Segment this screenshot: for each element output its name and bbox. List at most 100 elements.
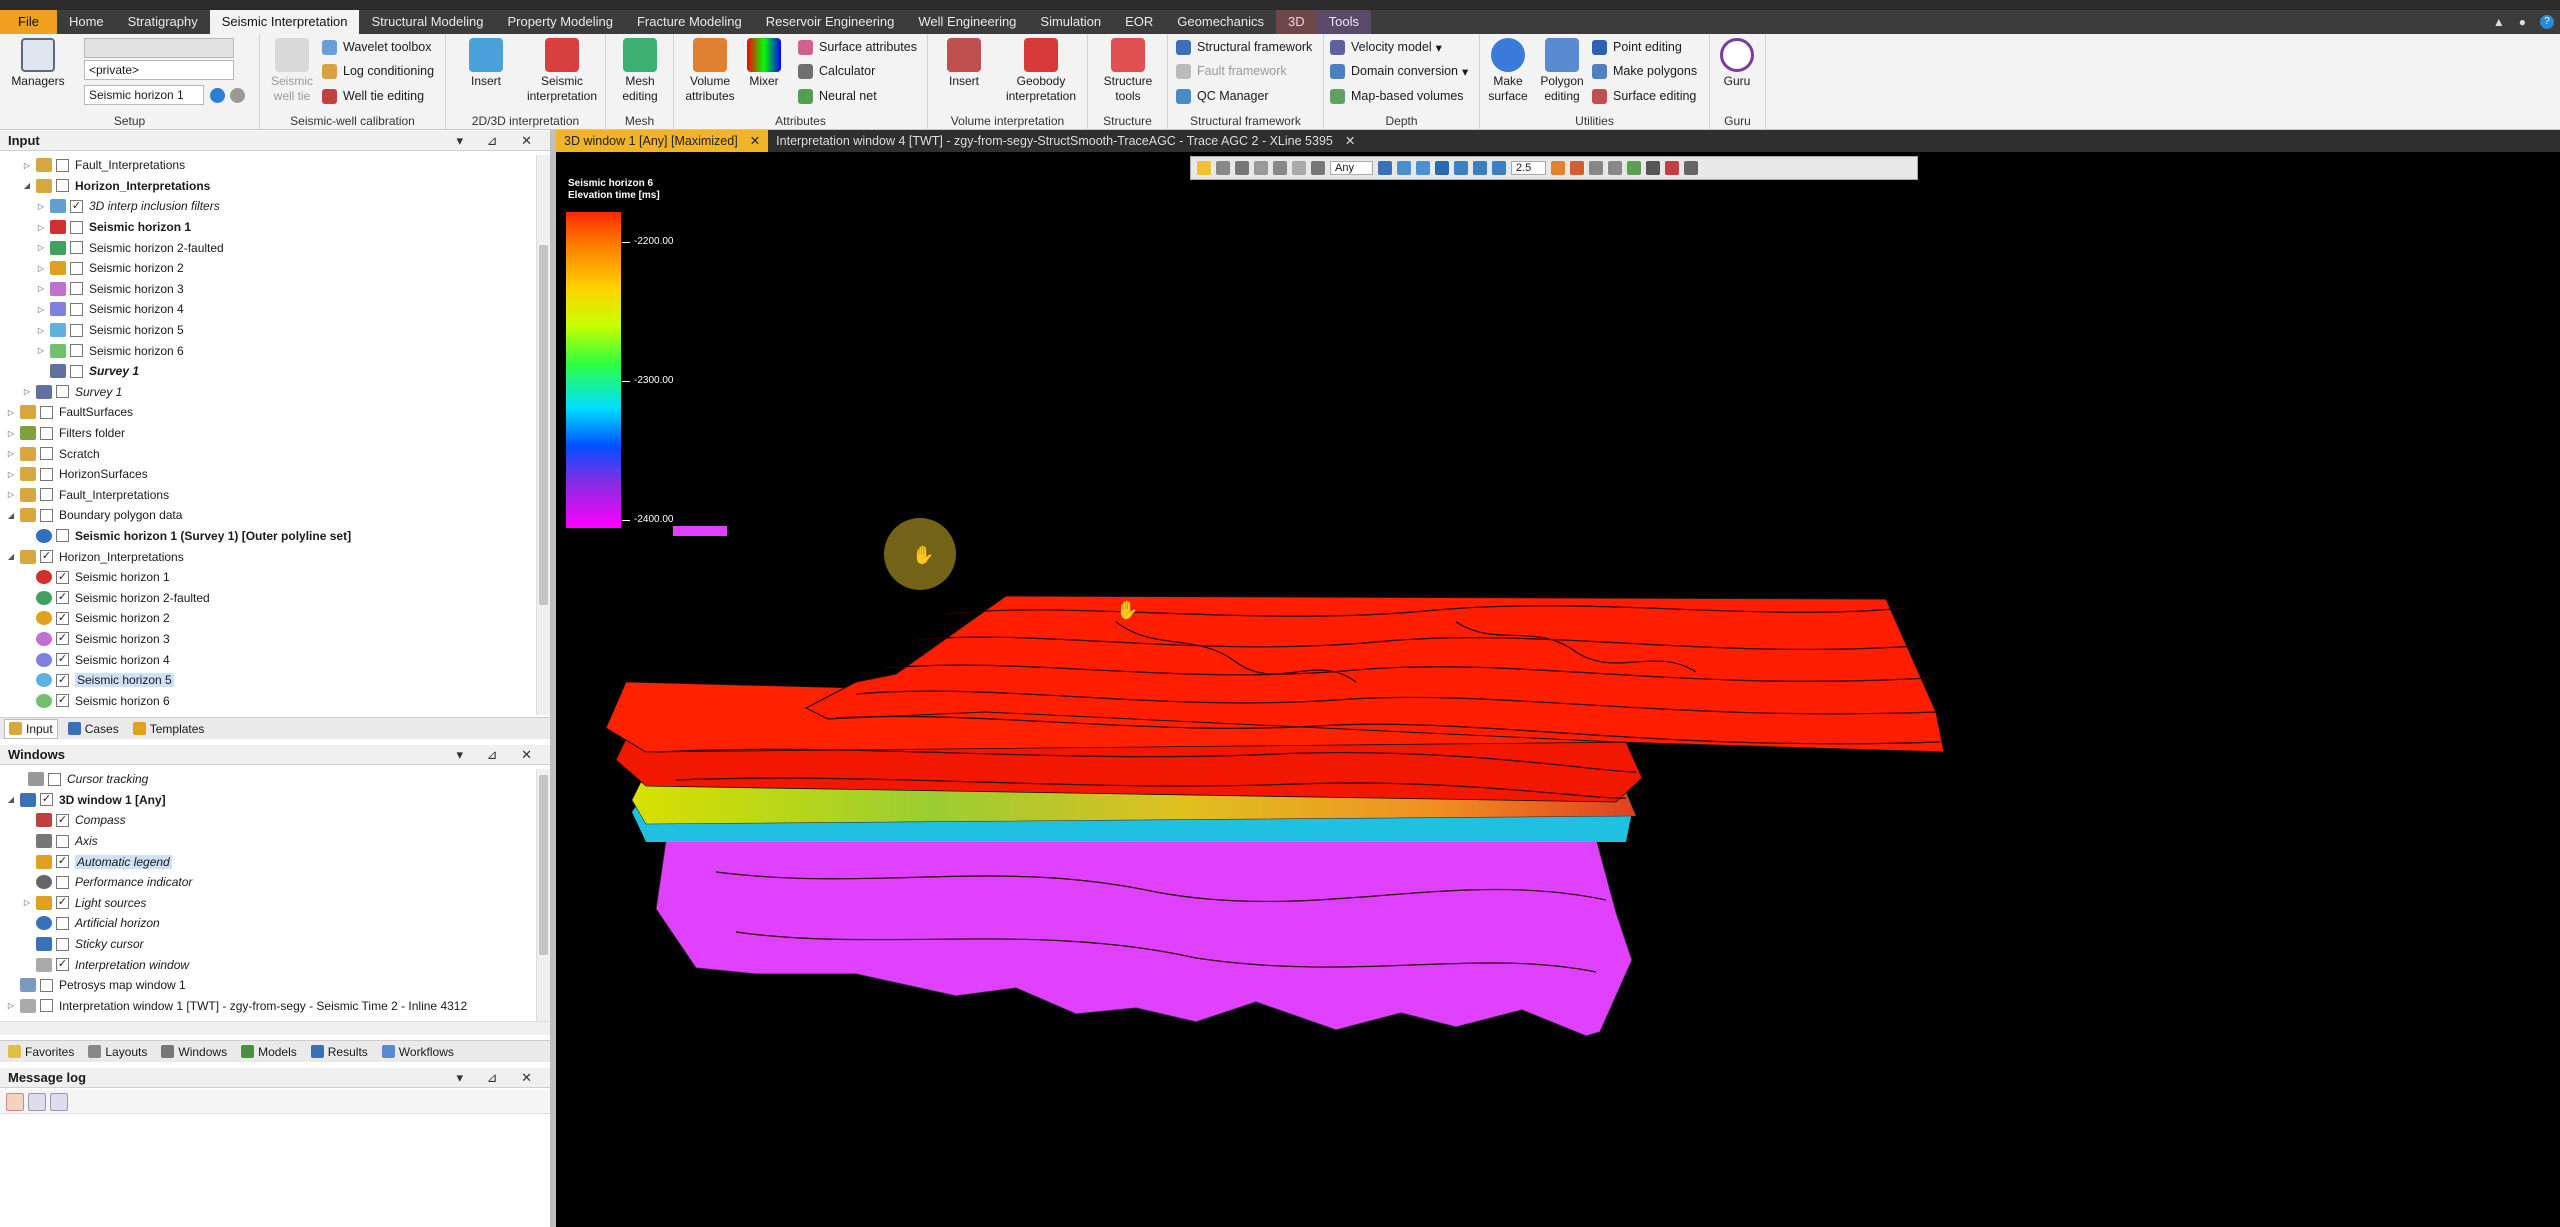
palette-icon[interactable] [1570, 161, 1585, 175]
visibility-checkbox[interactable]: ✓ [56, 813, 69, 827]
pan-icon[interactable] [1434, 161, 1449, 175]
fault-framework-button[interactable]: Fault framework [1176, 60, 1287, 82]
expand-icon[interactable]: ▷ [6, 429, 16, 438]
seismic-horizon-6-surface[interactable] [655, 833, 1633, 1037]
tab-interpretation-window[interactable]: Interpretation window 4 [TWT] - zgy-from… [768, 130, 1363, 152]
zoom-icon[interactable] [1396, 161, 1411, 175]
file-menu[interactable]: File [0, 10, 57, 34]
structure-tools-button[interactable]: Structure tools [1096, 36, 1160, 104]
tree-item[interactable]: Cursor tracking [0, 769, 536, 790]
guru-button[interactable]: Guru [1710, 36, 1764, 89]
surface-editing-button[interactable]: Surface editing [1592, 85, 1696, 107]
home-view-icon[interactable] [1377, 161, 1392, 175]
tab-fracture-modeling[interactable]: Fracture Modeling [625, 10, 754, 34]
tree-item[interactable]: ▷ Filters folder [0, 423, 536, 444]
message-filter-icon[interactable] [28, 1092, 46, 1111]
tab-eor[interactable]: EOR [1113, 10, 1165, 34]
volume-attributes-button[interactable]: Volume attributes [678, 36, 742, 104]
surface-attributes-button[interactable]: Surface attributes [798, 36, 917, 58]
tree-item[interactable]: Seismic horizon 1 (Survey 1) [Outer poly… [0, 526, 536, 547]
visibility-checkbox[interactable] [40, 405, 53, 419]
visibility-checkbox[interactable]: ✓ [56, 958, 69, 972]
tree-item[interactable]: ▷ Seismic horizon 2 [0, 258, 536, 279]
tree-item[interactable]: ✓ Automatic legend [0, 851, 536, 872]
tree-item[interactable]: ▷ Fault_Interpretations [0, 155, 536, 176]
tree-item[interactable]: ▷ Seismic horizon 2-faulted [0, 237, 536, 258]
visibility-checkbox[interactable]: ✓ [40, 793, 53, 807]
tree-item[interactable]: Petrosys map window 1 [0, 975, 536, 996]
panel-tab-input[interactable]: Input [4, 718, 58, 739]
tree-item[interactable]: Artificial horizon [0, 913, 536, 934]
eraser-icon[interactable] [1589, 161, 1604, 175]
expand-icon[interactable]: ▷ [6, 490, 16, 499]
visibility-checkbox[interactable]: ✓ [56, 673, 69, 687]
pointer-icon[interactable] [1216, 161, 1230, 175]
make-polygons-button[interactable]: Make polygons [1592, 60, 1697, 82]
visibility-checkbox[interactable]: ✓ [56, 591, 69, 605]
expand-icon[interactable]: ◢ [6, 552, 16, 561]
tree-item[interactable]: ✓ Seismic horizon 3 [0, 629, 536, 650]
help-icon[interactable]: ? [2540, 15, 2554, 29]
tree-item[interactable]: ▷ Interpretation window 1 [TWT] - zgy-fro… [0, 996, 536, 1017]
clear-icon[interactable] [230, 88, 245, 103]
visibility-checkbox[interactable]: ✓ [56, 653, 69, 667]
tree-item[interactable]: ▷ ✓ Light sources [0, 893, 536, 914]
snapshot-icon[interactable] [1292, 161, 1306, 175]
measure-icon[interactable] [1273, 161, 1287, 175]
wavelet-toolbox-button[interactable]: Wavelet toolbox [322, 36, 431, 58]
visibility-checkbox[interactable] [56, 529, 69, 543]
tree-item[interactable]: ◢ Boundary polygon data [0, 505, 536, 526]
expand-icon[interactable]: ▷ [22, 161, 32, 170]
expand-icon[interactable]: ▷ [36, 305, 46, 314]
map-based-volumes-button[interactable]: Map-based volumes [1330, 85, 1464, 107]
well-tie-editing-button[interactable]: Well tie editing [322, 85, 424, 107]
make-surface-button[interactable]: Make surface [1482, 36, 1534, 104]
geobody-interpretation-button[interactable]: Geobody interpretation [996, 36, 1086, 104]
panel-tab-workflows[interactable]: Workflows [378, 1042, 458, 1062]
visibility-checkbox[interactable] [40, 488, 53, 502]
tree-item[interactable]: Survey 1 [0, 361, 536, 382]
visibility-checkbox[interactable]: ✓ [56, 694, 69, 708]
calculator-button[interactable]: Calculator [798, 60, 875, 82]
visibility-checkbox[interactable] [70, 344, 83, 358]
panel-controls[interactable]: ▾ ⊿ ✕ [456, 745, 542, 765]
visibility-checkbox[interactable] [56, 937, 69, 951]
tree-item[interactable]: ✓ Seismic horizon 5 [0, 670, 536, 691]
panel-controls[interactable]: ▾ ⊿ ✕ [456, 131, 542, 151]
tree-item[interactable]: Sticky cursor [0, 934, 536, 955]
panel-tab-cases[interactable]: Cases [64, 719, 123, 739]
tree-item[interactable]: Performance indicator [0, 872, 536, 893]
tab-3d-context[interactable]: 3D [1276, 10, 1317, 34]
visibility-checkbox[interactable] [56, 385, 69, 399]
managers-button[interactable]: Managers [6, 36, 70, 89]
input-tree-scrollbar[interactable] [536, 155, 550, 715]
domain-conversion-button[interactable]: Domain conversion ▾ [1330, 60, 1468, 82]
tree-item[interactable]: ▷ Fault_Interpretations [0, 485, 536, 506]
message-clear-icon[interactable] [50, 1092, 68, 1111]
axis-icon[interactable] [1608, 161, 1623, 175]
expand-icon[interactable]: ▷ [36, 264, 46, 273]
tree-item[interactable]: ▷ Scratch [0, 443, 536, 464]
pick-icon[interactable] [210, 88, 225, 103]
visibility-checkbox[interactable] [70, 220, 83, 234]
active-horizon-combo[interactable]: Seismic horizon 1 [84, 85, 204, 105]
structural-framework-button[interactable]: Structural framework [1176, 36, 1312, 58]
pin-icon[interactable] [1684, 161, 1699, 175]
tab-property-modeling[interactable]: Property Modeling [495, 10, 625, 34]
visibility-checkbox[interactable] [40, 508, 53, 522]
tree-item[interactable]: ▷ Seismic horizon 3 [0, 279, 536, 300]
tree-item[interactable]: ▷ Seismic horizon 5 [0, 320, 536, 341]
cursor-tracking-icon[interactable] [1665, 161, 1680, 175]
insert-interpretation-button[interactable]: Insert [454, 36, 518, 89]
expand-icon[interactable]: ▷ [6, 1001, 16, 1010]
visibility-checkbox[interactable] [40, 999, 53, 1013]
tree-item[interactable]: ✓ Seismic horizon 4 [0, 649, 536, 670]
tab-3d-window[interactable]: 3D window 1 [Any] [Maximized] ✕ [556, 130, 769, 152]
visibility-checkbox[interactable] [70, 241, 83, 255]
visibility-checkbox[interactable]: ✓ [70, 199, 83, 213]
seismic-interpretation-button[interactable]: Seismic interpretation [522, 36, 602, 104]
visibility-checkbox[interactable] [70, 282, 83, 296]
tree-item[interactable]: ◢ ✓ 3D window 1 [Any] [0, 790, 536, 811]
side-view-icon[interactable] [1472, 161, 1487, 175]
rotate-icon[interactable] [1311, 161, 1325, 175]
